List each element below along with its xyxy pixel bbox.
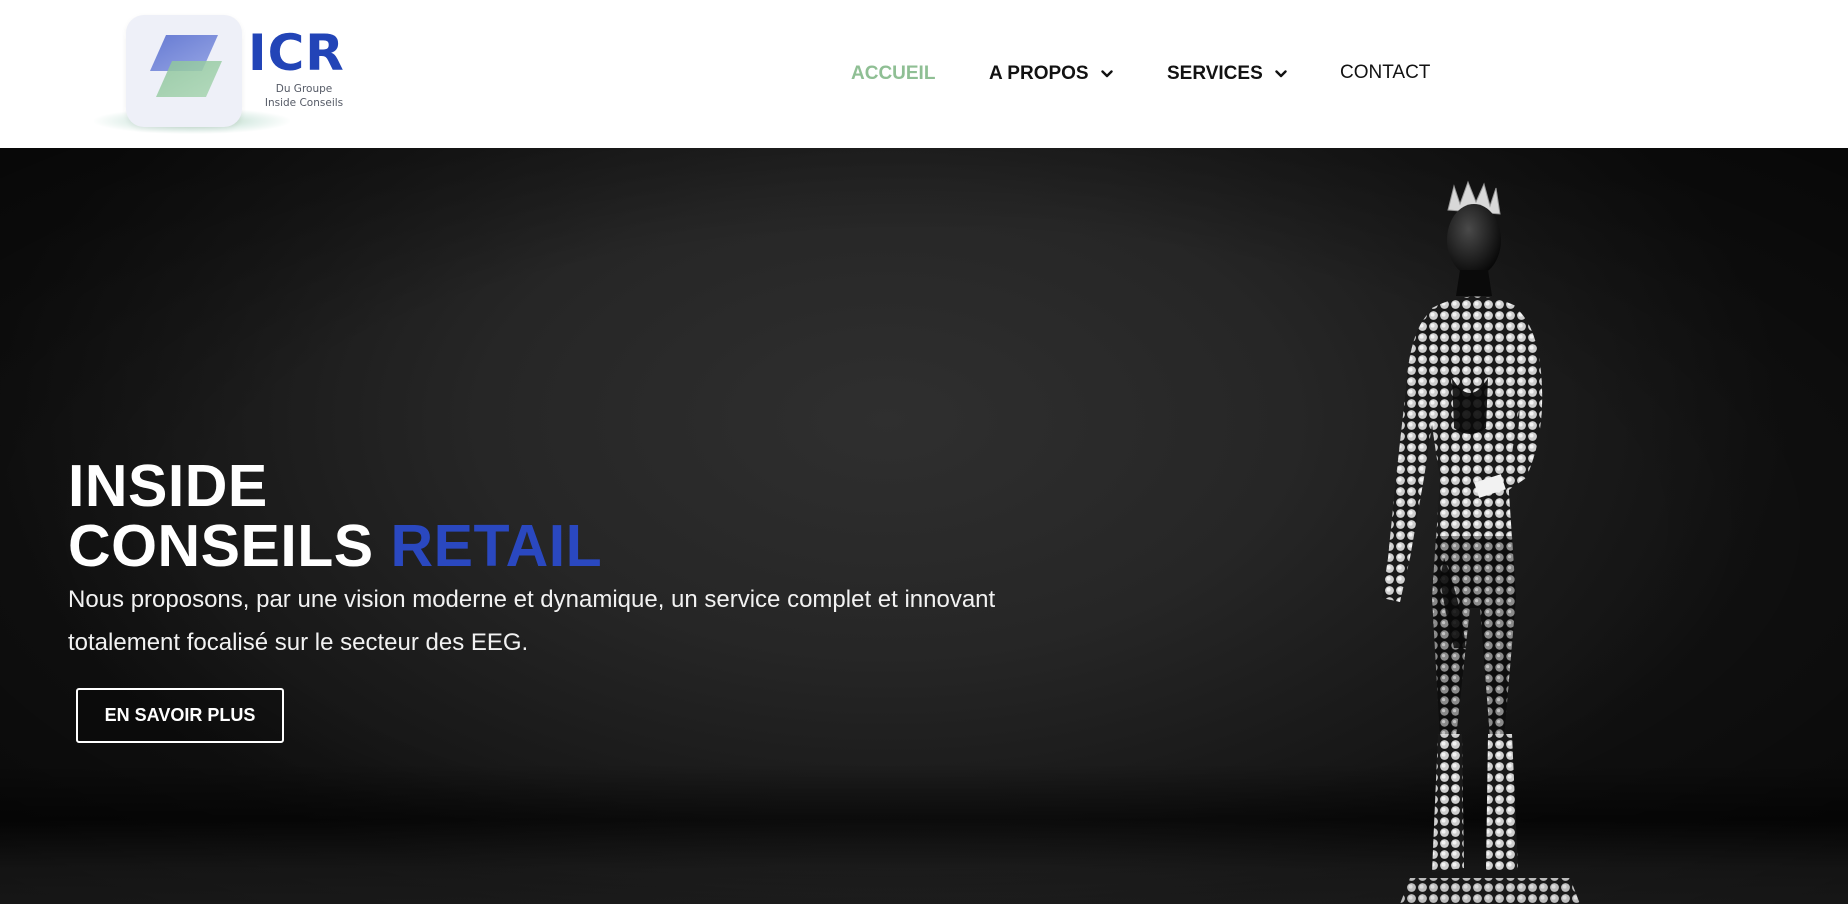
main-nav: ACCUEIL A PROPOS SERVICES CONTACT <box>0 0 1848 148</box>
hero-title-accent: RETAIL <box>390 513 603 579</box>
nav-item-a-propos[interactable]: A PROPOS <box>989 62 1113 86</box>
nav-item-label: ACCUEIL <box>851 63 936 84</box>
nav-item-accueil[interactable]: ACCUEIL <box>851 62 935 86</box>
chevron-down-icon <box>1100 70 1113 78</box>
hero-title: INSIDE CONSEILS RETAIL <box>68 456 602 576</box>
hero-title-line1: INSIDE <box>68 453 268 519</box>
mannequin-image <box>1382 180 1580 904</box>
chevron-down-icon <box>1275 70 1287 78</box>
hero-description: Nous proposons, par une vision moderne e… <box>68 586 996 656</box>
hero-title-line2: CONSEILS <box>68 513 374 579</box>
site-header: ICR Du Groupe Inside Conseils ACCUEIL A … <box>0 0 1848 148</box>
hero-banner: INSIDE CONSEILS RETAIL Nous proposons, p… <box>0 148 1848 904</box>
nav-item-label: CONTACT <box>1340 62 1431 83</box>
nav-item-label: A PROPOS <box>989 63 1089 84</box>
nav-item-contact[interactable]: CONTACT <box>1340 61 1430 85</box>
nav-item-label: SERVICES <box>1167 63 1263 84</box>
learn-more-button[interactable]: EN SAVOIR PLUS <box>76 688 284 743</box>
nav-item-services[interactable]: SERVICES <box>1167 62 1287 86</box>
